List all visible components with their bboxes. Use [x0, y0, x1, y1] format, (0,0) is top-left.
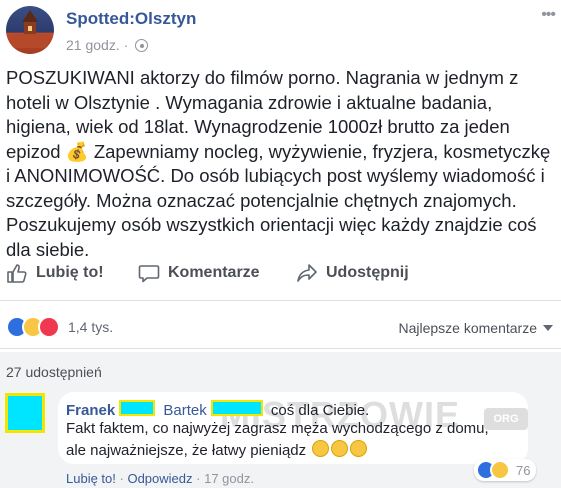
meta-separator: · [123, 37, 129, 53]
grinning-emoji-icon [312, 440, 330, 457]
page-name[interactable]: Spotted:Olsztyn [66, 9, 196, 29]
footer-separator: · [196, 471, 201, 486]
page-avatar[interactable] [6, 6, 54, 54]
comment-time[interactable]: 17 godz. [204, 471, 254, 486]
footer-separator: · [119, 471, 124, 486]
castle-icon [12, 10, 48, 48]
chevron-down-icon [543, 325, 553, 331]
comment-text-1: coś dla Ciebie. [270, 402, 370, 419]
commenter-avatar[interactable] [5, 393, 45, 433]
haha-reaction-icon [490, 460, 510, 480]
comment-line-3: ale najważniejsze, że łatwy pieniądz [66, 440, 368, 459]
watermark-badge: ORG [484, 408, 528, 430]
comment-reactions[interactable]: 76 [474, 459, 537, 481]
grinning-emoji-icon [350, 440, 368, 457]
post-text: POSZUKIWANI aktorzy do filmów porno. Nag… [6, 67, 551, 260]
sort-label: Najlepsze komentarze [398, 320, 537, 336]
post-header: Spotted:Olsztyn 21 godz. · ••• [6, 6, 556, 56]
reaction-count: 1,4 tys. [68, 319, 114, 335]
post-time[interactable]: 21 godz. [66, 37, 120, 53]
comment-line-1: Franek Bartek coś dla Ciebie. [66, 400, 369, 419]
comment-label: Komentarze [168, 264, 260, 281]
globe-icon [135, 39, 149, 52]
grinning-emoji-icon [331, 440, 349, 457]
post-actions: Lubię to! Komentarze Udostępnij [0, 258, 561, 292]
share-icon [297, 264, 317, 282]
comment-footer: Lubię to! · Odpowiedz · 17 godz. [66, 471, 254, 486]
comment-sort-dropdown[interactable]: Najlepsze komentarze [398, 320, 553, 336]
comment-icon [138, 265, 160, 283]
reactions-summary[interactable]: 1,4 tys. [6, 316, 113, 338]
like-label: Lubię to! [36, 264, 104, 281]
divider [0, 348, 561, 349]
comment-text-3: ale najważniejsze, że łatwy pieniądz [66, 442, 307, 459]
comment-button[interactable]: Komentarze [138, 262, 260, 284]
redaction-box [119, 400, 156, 416]
shares-count[interactable]: 27 udostępnień [6, 364, 102, 380]
share-label: Udostępnij [326, 264, 409, 281]
like-button[interactable]: Lubię to! [6, 262, 104, 284]
share-button[interactable]: Udostępnij [296, 262, 409, 284]
thumbs-up-icon [7, 264, 27, 283]
comment-reply-link[interactable]: Odpowiedz [127, 471, 192, 486]
love-reaction-icon [38, 316, 60, 338]
more-options-icon[interactable]: ••• [541, 6, 556, 24]
tagged-name[interactable]: Bartek [163, 402, 206, 419]
divider [0, 300, 561, 301]
comment-line-2: Fakt faktem, co najwyżej zagrasz męża wy… [66, 420, 489, 437]
comment-author[interactable]: Franek [66, 402, 115, 419]
redaction-box [210, 400, 263, 416]
post-meta: 21 godz. · [66, 37, 149, 53]
comment-like-link[interactable]: Lubię to! [66, 471, 116, 486]
comment-reaction-count: 76 [516, 462, 531, 478]
